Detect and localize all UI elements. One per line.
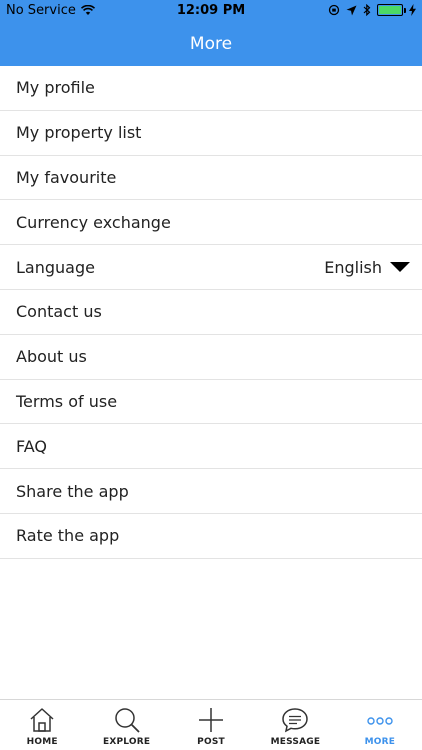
menu-item-currency-exchange[interactable]: Currency exchange bbox=[0, 200, 422, 246]
dropdown-triangle-icon bbox=[390, 262, 410, 273]
home-icon bbox=[30, 708, 54, 732]
bluetooth-icon bbox=[363, 4, 371, 16]
menu-item-contact-us[interactable]: Contact us bbox=[0, 290, 422, 335]
menu-item-language[interactable]: Language English bbox=[0, 245, 422, 290]
menu-item-about-us[interactable]: About us bbox=[0, 335, 422, 380]
status-right bbox=[328, 4, 416, 16]
chat-icon bbox=[282, 708, 309, 733]
menu-item-faq[interactable]: FAQ bbox=[0, 424, 422, 470]
menu-item-label: Rate the app bbox=[16, 526, 120, 546]
plus-icon bbox=[199, 708, 224, 732]
menu-item-rate-the-app[interactable]: Rate the app bbox=[0, 514, 422, 559]
search-icon bbox=[114, 708, 140, 733]
tab-explore[interactable]: EXPLORE bbox=[84, 700, 168, 750]
tab-label: HOME bbox=[26, 737, 58, 747]
menu-item-terms-of-use[interactable]: Terms of use bbox=[0, 380, 422, 425]
tab-post[interactable]: POST bbox=[169, 700, 253, 750]
language-select[interactable]: English bbox=[324, 258, 410, 277]
tab-more[interactable]: MORE bbox=[338, 700, 422, 750]
tab-label: MESSAGE bbox=[270, 737, 321, 747]
menu-item-label: Terms of use bbox=[16, 391, 118, 411]
menu-item-label: My profile bbox=[16, 78, 95, 98]
tab-message[interactable]: MESSAGE bbox=[253, 700, 337, 750]
menu-item-label: My property list bbox=[16, 123, 142, 143]
tab-label: EXPLORE bbox=[102, 737, 151, 747]
menu-item-label: Currency exchange bbox=[16, 212, 171, 232]
menu-item-my-property-list[interactable]: My property list bbox=[0, 111, 422, 156]
battery-icon bbox=[377, 4, 406, 16]
menu-item-label: FAQ bbox=[16, 436, 47, 456]
tab-bar: HOME EXPLORE POST MESSAGE MORE bbox=[0, 699, 422, 750]
page-title: More bbox=[189, 34, 233, 54]
menu-item-my-profile[interactable]: My profile bbox=[0, 66, 422, 111]
location-icon bbox=[346, 5, 357, 15]
menu-item-label: Contact us bbox=[16, 302, 102, 322]
language-value: English bbox=[324, 257, 382, 277]
menu-item-label: About us bbox=[16, 347, 87, 367]
tab-home[interactable]: HOME bbox=[0, 700, 84, 750]
menu-item-share-the-app[interactable]: Share the app bbox=[0, 469, 422, 514]
status-bar: No Service 12:09 PM bbox=[0, 0, 422, 22]
menu-list: My profile My property list My favourite… bbox=[0, 66, 422, 559]
menu-item-label: My favourite bbox=[16, 167, 117, 187]
menu-item-my-favourite[interactable]: My favourite bbox=[0, 156, 422, 201]
more-dots-icon bbox=[367, 717, 393, 725]
tab-label: MORE bbox=[364, 737, 396, 747]
orientation-lock-icon bbox=[328, 4, 340, 16]
nav-bar: More bbox=[0, 22, 422, 66]
battery-fill bbox=[379, 6, 401, 14]
menu-item-label: Language bbox=[16, 257, 95, 277]
menu-item-label: Share the app bbox=[16, 481, 129, 501]
tab-label: POST bbox=[197, 737, 225, 747]
charging-icon bbox=[409, 4, 416, 16]
